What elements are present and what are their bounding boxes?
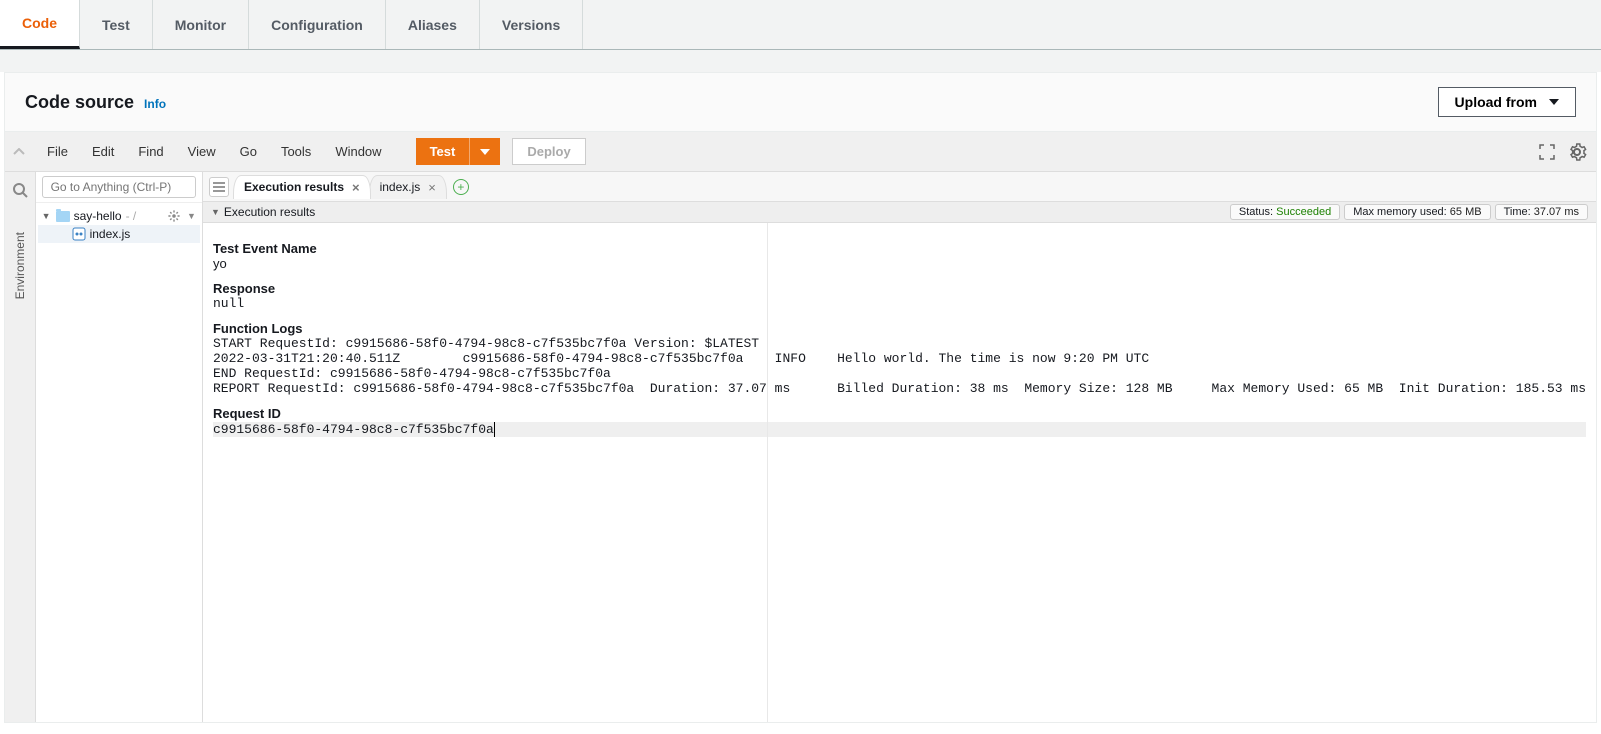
execution-result-body[interactable]: Test Event Name yo Response null Functio… (203, 223, 1596, 722)
status-pill: Status: Succeeded (1230, 204, 1340, 220)
response-value: null (213, 296, 1586, 311)
ide-frame: File Edit Find View Go Tools Window Test… (5, 132, 1596, 722)
menu-file[interactable]: File (37, 140, 78, 163)
tree-caret-icon[interactable]: ▼ (42, 211, 52, 221)
upload-from-button[interactable]: Upload from (1438, 87, 1576, 117)
test-button[interactable]: Test (416, 138, 470, 165)
tree-root-label: say-hello (74, 209, 122, 223)
time-pill: Time: 37.07 ms (1495, 204, 1588, 220)
environment-rail-label[interactable]: Environment (13, 232, 27, 299)
goto-anything-input[interactable] (42, 176, 196, 198)
editor-tab-results[interactable]: Execution results × (233, 175, 371, 199)
status-value: Succeeded (1276, 206, 1331, 218)
ide-main: Execution results × index.js × + ▼ Execu… (203, 172, 1596, 722)
panel-header: Code source Info Upload from (5, 73, 1596, 132)
tree-root-row[interactable]: ▼ say-hello - / ▼ (38, 207, 200, 225)
folder-icon (56, 211, 70, 222)
time-value: 37.07 ms (1534, 206, 1579, 218)
menu-go[interactable]: Go (230, 140, 267, 163)
caret-down-icon (480, 149, 490, 155)
code-source-panel: Code source Info Upload from File Edit F… (4, 72, 1597, 723)
tab-configuration[interactable]: Configuration (249, 0, 386, 49)
upload-from-label: Upload from (1455, 94, 1537, 110)
menu-tools[interactable]: Tools (271, 140, 321, 163)
menu-edit[interactable]: Edit (82, 140, 124, 163)
tab-code[interactable]: Code (0, 0, 80, 49)
collapse-arrow-icon[interactable] (13, 148, 33, 156)
memory-value: 65 MB (1450, 206, 1482, 218)
editor-tab-file-label: index.js (380, 180, 421, 194)
editor-tab-results-label: Execution results (244, 180, 344, 194)
file-tree-sidebar: ▼ say-hello - / ▼ index.js (36, 172, 203, 722)
editor-split-divider[interactable] (767, 223, 768, 722)
request-id-label: Request ID (213, 406, 1586, 421)
file-tree: ▼ say-hello - / ▼ index.js (36, 203, 202, 247)
tab-versions[interactable]: Versions (480, 0, 583, 49)
tree-file-label: index.js (90, 227, 131, 241)
text-cursor (494, 422, 495, 437)
editor-tabs: Execution results × index.js × + (203, 172, 1596, 202)
panel-title-text: Code source (25, 92, 134, 113)
time-label: Time: (1504, 206, 1534, 218)
tab-test[interactable]: Test (80, 0, 153, 49)
deploy-button[interactable]: Deploy (512, 138, 585, 165)
menu-window[interactable]: Window (325, 140, 391, 163)
tab-aliases[interactable]: Aliases (386, 0, 480, 49)
info-link[interactable]: Info (144, 97, 166, 111)
search-icon[interactable] (8, 178, 32, 202)
goto-anything-wrap (36, 172, 202, 203)
panel-title: Code source Info (25, 92, 166, 113)
tab-list-icon[interactable] (209, 177, 229, 197)
ide-body: Environment ▼ say-hello - / ▼ (5, 172, 1596, 722)
js-file-icon (72, 227, 86, 241)
test-button-caret[interactable] (469, 138, 500, 165)
ide-menubar: File Edit Find View Go Tools Window Test… (5, 132, 1596, 172)
menu-view[interactable]: View (178, 140, 226, 163)
editor-tab-file[interactable]: index.js × (369, 175, 447, 199)
close-icon[interactable]: × (352, 180, 360, 195)
tab-monitor[interactable]: Monitor (153, 0, 249, 49)
menu-find[interactable]: Find (128, 140, 173, 163)
memory-pill: Max memory used: 65 MB (1344, 204, 1490, 220)
tree-root-suffix: - / (126, 209, 137, 223)
test-button-group: Test (416, 138, 501, 165)
function-logs-label: Function Logs (213, 321, 1586, 336)
caret-down-icon (1549, 99, 1559, 105)
tree-gear-icon[interactable] (167, 209, 181, 223)
main-tabs: Code Test Monitor Configuration Aliases … (0, 0, 1601, 50)
function-logs-value: START RequestId: c9915686-58f0-4794-98c8… (213, 336, 1586, 396)
fullscreen-icon[interactable] (1536, 141, 1558, 163)
status-label: Status: (1239, 206, 1276, 218)
gear-icon[interactable] (1566, 141, 1588, 163)
ide-left-rail: Environment (5, 172, 36, 722)
exec-bar-title: Execution results (224, 205, 315, 219)
tree-gear-caret[interactable]: ▼ (187, 211, 196, 221)
execution-results-bar: ▼ Execution results Status: Succeeded Ma… (203, 202, 1596, 223)
close-icon[interactable]: × (428, 180, 436, 195)
tree-file-row[interactable]: index.js (38, 225, 200, 243)
memory-label: Max memory used: (1353, 206, 1450, 218)
test-event-name-value: yo (213, 256, 1586, 271)
add-tab-icon[interactable]: + (453, 179, 469, 195)
exec-bar-caret-icon[interactable]: ▼ (211, 207, 220, 217)
request-id-value: c9915686-58f0-4794-98c8-c7f535bc7f0a (213, 422, 1586, 437)
test-event-name-label: Test Event Name (213, 241, 1586, 256)
response-label: Response (213, 281, 1586, 296)
